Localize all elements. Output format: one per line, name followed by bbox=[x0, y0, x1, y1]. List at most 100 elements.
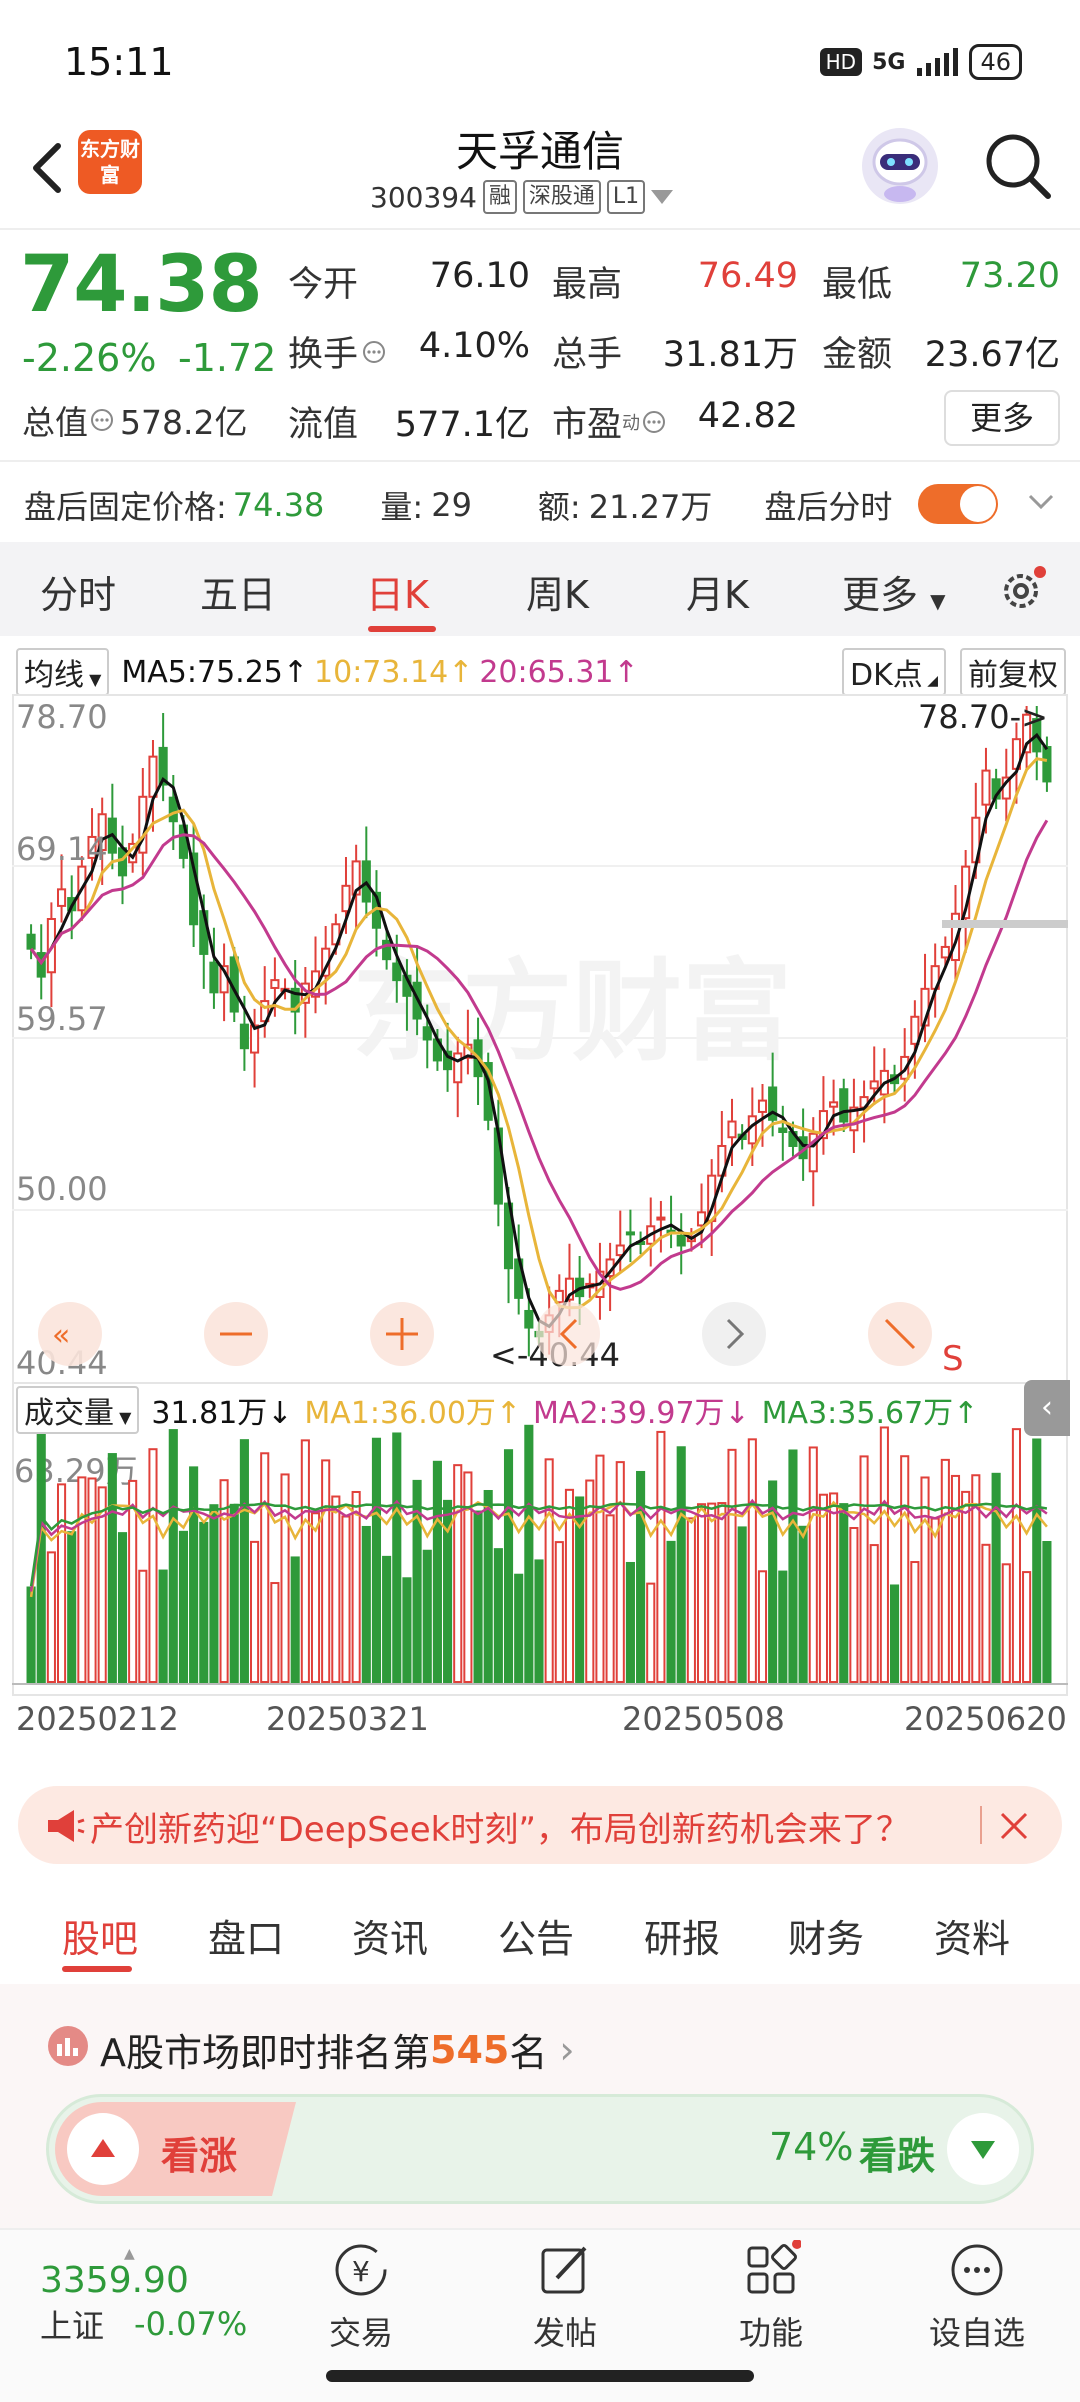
tab-research[interactable]: 研报 bbox=[644, 1908, 720, 1963]
candlestick-chart[interactable]: 东方财富 78.70 69.14 59.57 50.00 40.44 78.70… bbox=[12, 694, 1068, 1384]
bear-percent: 74% bbox=[769, 2125, 854, 2169]
volume-bar bbox=[666, 1540, 676, 1683]
tab-more-label: 更多 bbox=[842, 573, 919, 617]
open-label: 今开 bbox=[288, 265, 359, 305]
news-headline[interactable]: 产创新药迎“DeepSeek时刻”，布局创新药机会来了？ bbox=[90, 1802, 970, 1851]
robot-assistant-icon[interactable] bbox=[858, 124, 942, 208]
zoom-out-button[interactable] bbox=[204, 1302, 268, 1366]
candle bbox=[341, 884, 351, 913]
volume-bar bbox=[829, 1492, 839, 1684]
home-indicator[interactable] bbox=[326, 2370, 754, 2382]
quote-divider bbox=[0, 460, 1080, 462]
tab-forum[interactable]: 股吧 bbox=[62, 1908, 138, 1963]
ranking-title[interactable]: A股市场即时排名第 545 名 › bbox=[100, 2022, 575, 2077]
tab-order-book[interactable]: 盘口 bbox=[208, 1908, 284, 1963]
tab-daily-k[interactable]: 日K bbox=[366, 564, 429, 619]
amount-label: 金额 bbox=[822, 335, 893, 375]
y-tick-label: 78.70 bbox=[16, 698, 108, 736]
volume-selector[interactable]: 成交量 ▼ bbox=[16, 1386, 140, 1434]
tab-intraday[interactable]: 分时 bbox=[40, 564, 116, 619]
ah-amt-label: 额: bbox=[537, 488, 581, 526]
tab-profile[interactable]: 资料 bbox=[934, 1908, 1010, 1963]
ma-selector[interactable]: 均线 ▼ bbox=[16, 648, 110, 696]
svg-text:«: « bbox=[52, 1318, 70, 1353]
level-tag: L1 bbox=[606, 180, 646, 214]
dropdown-icon bbox=[651, 190, 674, 204]
fullscreen-button[interactable] bbox=[868, 1302, 932, 1366]
triangle-down-icon bbox=[971, 2141, 995, 2159]
connect-tag: 深股通 bbox=[522, 180, 601, 214]
volume-bar bbox=[270, 1582, 280, 1683]
volume-bar bbox=[585, 1479, 595, 1683]
volume-bar bbox=[1032, 1438, 1042, 1683]
candle bbox=[524, 1309, 534, 1329]
tab-announcements[interactable]: 公告 bbox=[498, 1908, 574, 1963]
volume-bar bbox=[56, 1483, 67, 1683]
max-price-annotation: 78.70-> bbox=[918, 698, 1048, 736]
info-icon bbox=[91, 409, 113, 431]
volume-bar bbox=[757, 1570, 768, 1683]
volume-bar bbox=[676, 1446, 686, 1683]
more-quote-button[interactable]: 更多 bbox=[944, 390, 1060, 446]
more-dots-icon bbox=[951, 2244, 1003, 2296]
nav-functions[interactable]: 功能 bbox=[706, 2240, 836, 2354]
tab-news[interactable]: 资讯 bbox=[352, 1908, 428, 1963]
volume-bar bbox=[981, 1543, 991, 1683]
volume-bar bbox=[524, 1424, 534, 1683]
stock-subtitle[interactable]: 300394 融 深股通 L1 bbox=[370, 180, 674, 214]
volume-value: 31.81万↓ bbox=[151, 1396, 293, 1431]
tab-monthly-k[interactable]: 月K bbox=[686, 564, 749, 619]
vote-down-button[interactable] bbox=[947, 2113, 1019, 2185]
tab-weekly-k[interactable]: 周K bbox=[526, 564, 589, 619]
volume-bar bbox=[351, 1490, 361, 1684]
tab-five-day[interactable]: 五日 bbox=[200, 564, 276, 619]
volume-bar bbox=[107, 1453, 117, 1683]
x-tick-label: 20250212 bbox=[16, 1700, 179, 1738]
turnover-label[interactable]: 换手 bbox=[288, 326, 386, 377]
nav-trade[interactable]: ¥ 交易 bbox=[296, 2240, 426, 2354]
collapse-panel-button[interactable]: ‹ bbox=[1024, 1380, 1070, 1436]
chevron-down-icon[interactable] bbox=[1024, 484, 1058, 526]
index-ticker[interactable]: ▲ 3359.90 上证 -0.07% bbox=[40, 2247, 247, 2347]
gear-icon[interactable] bbox=[996, 566, 1046, 616]
volume-bar bbox=[36, 1432, 46, 1683]
volume-bar bbox=[168, 1429, 178, 1683]
volume-bar bbox=[1042, 1541, 1052, 1683]
vol-ma1-value: MA1:36.00万↑ bbox=[304, 1396, 522, 1431]
step-forward-button[interactable] bbox=[702, 1302, 766, 1366]
adjust-button[interactable]: 前复权 bbox=[960, 648, 1066, 696]
candle bbox=[56, 888, 67, 907]
nav-post[interactable]: 发帖 bbox=[500, 2240, 630, 2354]
ma-legend: 均线 ▼ MA5:75.25↑ 10:73.14↑ 20:65.31↑ DK点 … bbox=[16, 648, 1066, 696]
bear-label[interactable]: 看跌 bbox=[859, 2125, 935, 2180]
scroll-left-button[interactable]: « bbox=[38, 1302, 102, 1366]
pe-dynamic-mark: 动 bbox=[622, 412, 641, 434]
volume-bar bbox=[209, 1504, 219, 1683]
after-hours-toggle[interactable] bbox=[918, 484, 998, 524]
close-icon[interactable] bbox=[996, 1808, 1032, 1844]
bull-label[interactable]: 看涨 bbox=[161, 2125, 237, 2180]
search-button[interactable] bbox=[978, 126, 1058, 206]
volume-bar bbox=[463, 1471, 473, 1684]
mktcap-item[interactable]: 总值 578.2亿 bbox=[22, 396, 247, 444]
step-back-button[interactable] bbox=[536, 1302, 600, 1366]
volume-bar bbox=[483, 1489, 493, 1684]
vol-ma3-value: MA3:35.67万↑ bbox=[761, 1396, 979, 1431]
volume-bar bbox=[849, 1526, 859, 1683]
tab-financials[interactable]: 财务 bbox=[788, 1908, 864, 1963]
candle bbox=[453, 1052, 463, 1084]
ah-amt-value: 21.27万 bbox=[588, 488, 713, 526]
vote-up-button[interactable] bbox=[67, 2113, 139, 2185]
nav-watchlist[interactable]: 设自选 bbox=[912, 2240, 1042, 2354]
volume-bar bbox=[514, 1573, 524, 1684]
zoom-in-button[interactable] bbox=[370, 1302, 434, 1366]
tab-more[interactable]: 更多 ▼ bbox=[842, 564, 946, 619]
dk-point-selector[interactable]: DK点 ◢ bbox=[842, 648, 946, 696]
pe-item[interactable]: 市盈 动 bbox=[552, 396, 666, 447]
volume-bar bbox=[67, 1531, 77, 1683]
status-icons: HD 5G 46 bbox=[819, 44, 1022, 80]
volume-bar bbox=[869, 1544, 879, 1683]
battery-icon: 46 bbox=[969, 44, 1022, 80]
x-tick-label: 20250620 bbox=[904, 1700, 1067, 1738]
volume-bar bbox=[1022, 1571, 1032, 1683]
